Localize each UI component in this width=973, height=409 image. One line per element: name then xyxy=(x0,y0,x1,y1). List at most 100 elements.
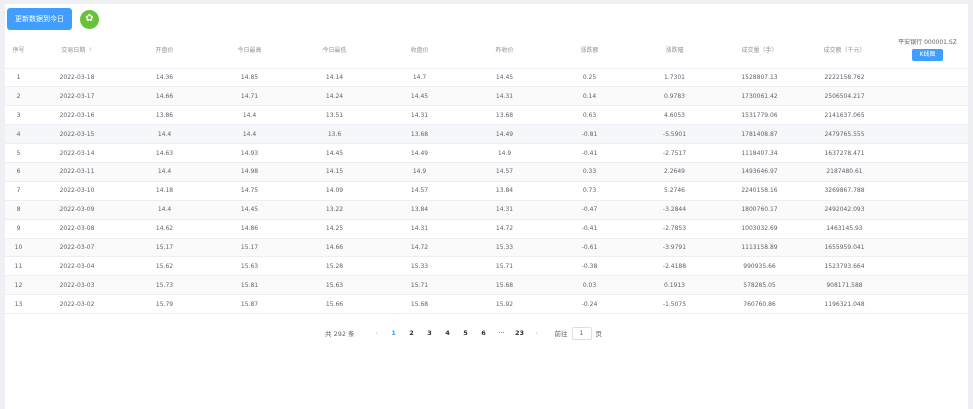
table-cell: 15.71 xyxy=(377,275,462,296)
table-cell: 2022-03-04 xyxy=(32,256,122,277)
jump-suffix: 页 xyxy=(595,330,603,338)
table-cell: 14.31 xyxy=(377,105,462,126)
table-cell: 11 xyxy=(5,256,32,277)
table-cell: 14.63 xyxy=(122,143,207,163)
table-cell: -0.41 xyxy=(547,219,632,239)
star-icon[interactable]: ✿ xyxy=(80,9,99,29)
table-cell: 14.36 xyxy=(122,68,207,88)
table-cell: 0.14 xyxy=(547,86,632,107)
table-cell: -0.24 xyxy=(547,294,632,315)
sort-icon[interactable]: ⇕ xyxy=(88,47,92,53)
table-cell: 2479765.555 xyxy=(802,124,887,145)
table-cell: 14.15 xyxy=(292,162,377,182)
table-cell: 13.68 xyxy=(462,105,547,126)
table-cell: 2022-03-08 xyxy=(32,219,122,239)
table-cell: 7 xyxy=(5,181,32,201)
table-cell: 14.45 xyxy=(462,68,547,88)
table-cell-empty xyxy=(887,294,968,315)
table-cell: 5.2746 xyxy=(632,181,717,201)
page-3[interactable]: 3 xyxy=(421,329,439,337)
table-cell: -0.47 xyxy=(547,200,632,220)
table-cell: 2.2649 xyxy=(632,162,717,182)
main-panel: 更新数据到今日 ✿ 序号 交易日期 ⇕ 开盘价 今日最高 今日最低 收盘价 昨收… xyxy=(5,4,968,409)
table-row[interactable]: 10 2022-03-07 15.17 15.17 14.66 14.72 15.33 -0.… xyxy=(5,238,968,258)
table-row[interactable]: 2 2022-03-17 14.66 14.71 14.24 14.45 14.31 0.14… xyxy=(5,86,968,107)
table-cell: 15.81 xyxy=(207,275,292,296)
table-cell: 4.6053 xyxy=(632,105,717,126)
table-cell: 1523793.664 xyxy=(802,256,887,277)
page-6[interactable]: 6 xyxy=(475,329,493,337)
header-trade-date[interactable]: 交易日期 ⇕ xyxy=(32,31,122,69)
table-cell: 1531779.06 xyxy=(717,105,802,126)
table-row[interactable]: 8 2022-03-09 14.4 14.45 13.22 13.84 14.31 -0.47… xyxy=(5,200,968,220)
table-cell-empty xyxy=(887,68,968,88)
table-cell: 14.45 xyxy=(292,143,377,163)
table-cell: 14.18 xyxy=(122,181,207,201)
stock-name: 平安银行 000001.SZ xyxy=(898,38,957,46)
table-cell: 14.4 xyxy=(207,124,292,145)
table-cell: 1493646.97 xyxy=(717,162,802,182)
table-cell: 15.63 xyxy=(207,256,292,277)
table-row[interactable]: 6 2022-03-11 14.4 14.98 14.15 14.9 14.57 0.33 2.… xyxy=(5,162,968,182)
table-cell: 14.14 xyxy=(292,68,377,88)
table-cell: 1003032.69 xyxy=(717,219,802,239)
table-row[interactable]: 13 2022-03-02 15.79 15.87 15.66 15.68 15.92 -0.… xyxy=(5,294,968,315)
table-row[interactable]: 12 2022-03-03 15.73 15.81 15.63 15.71 15.68 0.0… xyxy=(5,275,968,296)
table-cell: 14.25 xyxy=(292,219,377,239)
table-row[interactable]: 7 2022-03-10 14.18 14.75 14.09 14.57 13.84 0.73… xyxy=(5,181,968,201)
page-last[interactable]: 23 xyxy=(511,329,529,337)
table-cell: 2240158.16 xyxy=(717,181,802,201)
table-cell: 14.49 xyxy=(462,124,547,145)
page-jump-input[interactable] xyxy=(571,326,592,340)
table-cell: 14.31 xyxy=(462,200,547,220)
table-cell: 14.86 xyxy=(207,219,292,239)
table-row[interactable]: 11 2022-03-04 15.62 15.63 15.28 15.33 15.71 -0.… xyxy=(5,256,968,277)
page-1[interactable]: 1 xyxy=(385,329,403,337)
kline-button[interactable]: K线图 xyxy=(911,48,944,61)
prev-page-button[interactable]: ‹ xyxy=(369,329,385,337)
table-cell: 15.17 xyxy=(122,238,207,258)
table-cell: -0.38 xyxy=(547,256,632,277)
table-cell-empty xyxy=(887,219,968,239)
table-cell: 13.84 xyxy=(462,181,547,201)
table-row[interactable]: 5 2022-03-14 14.63 14.93 14.45 14.49 14.9 -0.41… xyxy=(5,143,968,163)
table-cell: 9 xyxy=(5,219,32,239)
table-cell: 14.4 xyxy=(122,200,207,220)
table-cell: 14.93 xyxy=(207,143,292,163)
table-cell: 2022-03-07 xyxy=(32,238,122,258)
page-jump: 前往 页 xyxy=(555,326,603,340)
table-cell: 2492042.093 xyxy=(802,200,887,220)
table-cell-empty xyxy=(887,162,968,182)
table-cell: 2 xyxy=(5,86,32,107)
page-2[interactable]: 2 xyxy=(403,329,421,337)
header-volume: 成交量（手） xyxy=(717,31,802,69)
stock-table: 序号 交易日期 ⇕ 开盘价 今日最高 今日最低 收盘价 昨收价 涨跌额 涨跌幅 成… xyxy=(5,31,968,315)
table-cell: 14.66 xyxy=(292,238,377,258)
table-cell: -2.4188 xyxy=(632,256,717,277)
table-row[interactable]: 4 2022-03-15 14.4 14.4 13.6 13.68 14.49 -0.81 -5… xyxy=(5,124,968,145)
table-cell: 14.72 xyxy=(462,219,547,239)
table-cell: 15.68 xyxy=(377,294,462,315)
table-cell: 15.62 xyxy=(122,256,207,277)
table-row[interactable]: 9 2022-03-08 14.62 14.86 14.25 14.31 14.72 -0.4… xyxy=(5,219,968,239)
toolbar: 更新数据到今日 ✿ xyxy=(7,8,99,30)
table-cell-empty xyxy=(887,181,968,201)
header-stock: 平安银行 000001.SZ K线图 xyxy=(887,31,968,69)
update-data-button[interactable]: 更新数据到今日 xyxy=(7,8,72,30)
table-cell: 2022-03-09 xyxy=(32,200,122,220)
page-5[interactable]: 5 xyxy=(457,329,475,337)
table-cell: 15.33 xyxy=(377,256,462,277)
header-amount: 成交额（千元） xyxy=(802,31,887,69)
page-4[interactable]: 4 xyxy=(439,329,457,337)
table-cell: 1781408.87 xyxy=(717,124,802,145)
table-cell: 760760.86 xyxy=(717,294,802,315)
table-cell: -0.41 xyxy=(547,143,632,163)
table-cell: 14.75 xyxy=(207,181,292,201)
table-row[interactable]: 3 2022-03-16 13.86 14.4 13.51 14.31 13.68 0.63 4… xyxy=(5,105,968,126)
pagination-ellipsis[interactable]: ··· xyxy=(493,329,511,337)
table-cell: 14.09 xyxy=(292,181,377,201)
table-cell: 14.49 xyxy=(377,143,462,163)
next-page-button[interactable]: › xyxy=(529,329,545,337)
table-cell: -2.7853 xyxy=(632,219,717,239)
table-row[interactable]: 1 2022-03-18 14.36 14.85 14.14 14.7 14.45 0.25 1… xyxy=(5,68,968,88)
